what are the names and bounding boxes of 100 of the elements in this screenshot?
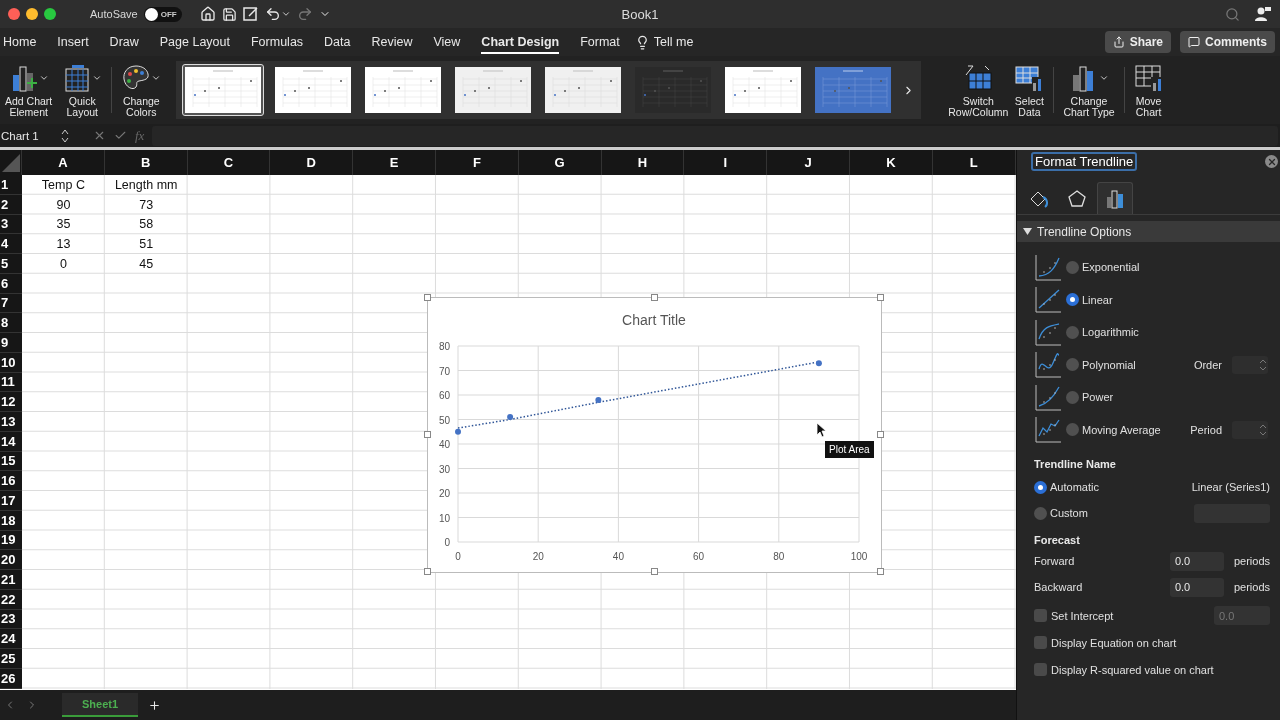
- radio-button[interactable]: [1034, 480, 1047, 494]
- spinner-field[interactable]: [1232, 355, 1268, 374]
- row-header[interactable]: 15: [0, 451, 22, 472]
- radio-button[interactable]: [1066, 325, 1079, 339]
- cancel-icon[interactable]: [93, 129, 106, 142]
- row-header[interactable]: 16: [0, 471, 22, 491]
- column-header[interactable]: E: [353, 150, 436, 175]
- column-header[interactable]: F: [436, 150, 519, 175]
- row-header[interactable]: 24: [0, 629, 22, 649]
- column-header[interactable]: D: [270, 150, 354, 175]
- column-header[interactable]: A: [22, 150, 105, 175]
- ribbon-command[interactable]: Change Colors: [118, 62, 165, 118]
- radio-button[interactable]: [1066, 293, 1079, 307]
- ribbon-tab[interactable]: Review: [371, 30, 413, 54]
- resize-handle[interactable]: [877, 568, 884, 575]
- stepper-icon[interactable]: [61, 128, 69, 143]
- share-button[interactable]: Share: [1104, 31, 1171, 53]
- column-header[interactable]: I: [684, 150, 768, 175]
- intercept-field[interactable]: 0.0: [1214, 606, 1270, 625]
- zoom-window-button[interactable]: [44, 8, 56, 20]
- close-window-button[interactable]: [8, 8, 20, 20]
- resize-handle[interactable]: [424, 568, 431, 575]
- column-header[interactable]: H: [601, 150, 685, 175]
- row-header[interactable]: 7: [0, 293, 22, 314]
- radio-button[interactable]: [1066, 358, 1079, 372]
- minimize-window-button[interactable]: [26, 8, 38, 20]
- row-header[interactable]: 11: [0, 372, 22, 393]
- resize-handle[interactable]: [650, 294, 658, 301]
- row-header[interactable]: 4: [0, 234, 22, 254]
- checkbox[interactable]: [1034, 663, 1047, 676]
- autosave-toggle[interactable]: OFF: [143, 6, 182, 22]
- resize-handle[interactable]: [650, 568, 658, 575]
- data-point[interactable]: [507, 414, 514, 421]
- row-header[interactable]: 2: [0, 194, 22, 215]
- row-header[interactable]: 5: [0, 254, 22, 274]
- name-box[interactable]: Chart 1: [1, 129, 53, 142]
- comments-button[interactable]: Comments: [1180, 31, 1275, 53]
- data-point[interactable]: [815, 360, 822, 367]
- radio-button[interactable]: [1066, 423, 1079, 437]
- search-icon[interactable]: [1225, 6, 1240, 22]
- row-header[interactable]: 26: [0, 668, 22, 689]
- row-header[interactable]: 1: [0, 175, 22, 195]
- radio-button[interactable]: [1066, 260, 1079, 274]
- formula-input[interactable]: [152, 125, 1278, 146]
- forecast-field[interactable]: 0.0: [1169, 577, 1224, 597]
- undo-icon[interactable]: [264, 6, 291, 22]
- ribbon-tab[interactable]: View: [433, 30, 461, 54]
- ribbon-tab[interactable]: Data: [324, 30, 351, 54]
- ribbon-tab[interactable]: Chart Design: [481, 30, 560, 54]
- ribbon-tab[interactable]: Home: [3, 30, 37, 54]
- column-header[interactable]: L: [932, 150, 1016, 175]
- enter-icon[interactable]: [114, 129, 127, 142]
- resize-handle[interactable]: [877, 294, 884, 301]
- data-point[interactable]: [595, 396, 602, 403]
- home-icon[interactable]: [199, 6, 216, 22]
- select-all-button[interactable]: [0, 150, 22, 175]
- section-header[interactable]: Trendline Options: [1017, 221, 1280, 242]
- column-header[interactable]: K: [849, 150, 933, 175]
- sheet-tab[interactable]: Sheet1: [62, 693, 139, 717]
- resize-handle[interactable]: [424, 294, 431, 301]
- row-header[interactable]: 3: [0, 214, 22, 235]
- column-header[interactable]: G: [518, 150, 602, 175]
- ribbon-tab[interactable]: Formulas: [251, 30, 304, 54]
- row-header[interactable]: 12: [0, 392, 22, 412]
- resize-handle[interactable]: [877, 431, 884, 438]
- column-header[interactable]: B: [104, 150, 188, 175]
- row-header[interactable]: 13: [0, 412, 22, 432]
- redo-icon[interactable]: [296, 6, 313, 22]
- edit-icon[interactable]: [242, 6, 259, 22]
- person-icon[interactable]: [1254, 6, 1272, 22]
- column-header[interactable]: J: [767, 150, 850, 175]
- row-header[interactable]: 6: [0, 273, 22, 294]
- ribbon-command[interactable]: Change Chart Type: [1060, 62, 1118, 118]
- row-header[interactable]: 14: [0, 431, 22, 452]
- radio-button[interactable]: [1034, 506, 1047, 520]
- column-header[interactable]: C: [187, 150, 271, 175]
- row-header[interactable]: 10: [0, 352, 22, 373]
- checkbox[interactable]: [1034, 609, 1047, 622]
- ribbon-command[interactable]: Quick Layout: [59, 62, 106, 118]
- forecast-field[interactable]: 0.0: [1169, 551, 1224, 571]
- close-icon[interactable]: [1265, 155, 1278, 168]
- save-icon[interactable]: [221, 6, 237, 22]
- ribbon-tab[interactable]: Page Layout: [159, 30, 230, 54]
- row-header[interactable]: 8: [0, 313, 22, 333]
- row-header[interactable]: 25: [0, 649, 22, 669]
- spinner-field[interactable]: [1232, 420, 1268, 439]
- chart-area[interactable]: Chart Title 0 10 20 30 40 50 60 70 80 0 20 40 60 80 100 Plot Area: [427, 297, 882, 573]
- ribbon-tab[interactable]: Draw: [109, 30, 139, 54]
- checkbox[interactable]: [1034, 636, 1047, 649]
- ribbon-command[interactable]: Switch Row/Column: [945, 62, 1012, 118]
- row-header[interactable]: 18: [0, 510, 22, 531]
- row-header[interactable]: 22: [0, 589, 22, 610]
- row-header[interactable]: 21: [0, 570, 22, 590]
- row-header[interactable]: 19: [0, 530, 22, 551]
- ribbon-command[interactable]: Add Chart Element: [2, 62, 56, 118]
- add-sheet-icon[interactable]: [148, 698, 162, 712]
- ribbon-tab[interactable]: Insert: [57, 30, 89, 54]
- resize-handle[interactable]: [424, 431, 431, 438]
- radio-button[interactable]: [1066, 390, 1079, 404]
- ribbon-command[interactable]: Move Chart: [1130, 62, 1167, 118]
